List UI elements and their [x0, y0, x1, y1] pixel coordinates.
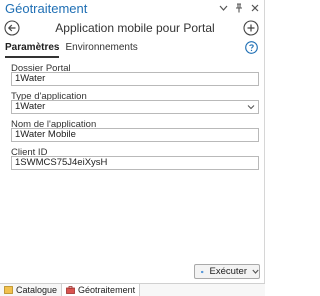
portal-folder-input[interactable]: 1Water: [11, 72, 259, 86]
tab-environnements[interactable]: Environnements: [65, 42, 137, 58]
client-id-input[interactable]: 1SWMCS75J4eiXysH: [11, 156, 259, 170]
bottom-tab-catalogue-label: Catalogue: [16, 285, 58, 295]
bottom-tab-geotraitement[interactable]: Géotraitement: [62, 284, 141, 296]
chevron-down-icon: [247, 102, 255, 113]
chevron-down-icon[interactable]: [252, 267, 259, 276]
plus-circle-icon: [243, 20, 259, 36]
back-button[interactable]: [4, 20, 20, 36]
client-id-value: 1SWMCS75J4eiXysH: [15, 157, 108, 168]
bottom-tab-geotraitement-label: Géotraitement: [78, 285, 136, 295]
play-icon: [201, 270, 204, 273]
back-arrow-icon: [4, 20, 20, 36]
geoprocessing-pane: Géotraitement Application mobile pour Po…: [0, 0, 265, 296]
add-button[interactable]: [243, 20, 259, 36]
tab-parametres[interactable]: Paramètres: [5, 42, 60, 58]
pane-titlebar: Géotraitement: [0, 0, 265, 17]
run-button[interactable]: Exécuter: [194, 264, 260, 279]
help-icon: [245, 41, 258, 54]
titlebar-controls: [218, 3, 260, 13]
bottom-tab-catalogue[interactable]: Catalogue: [0, 284, 63, 296]
run-button-label: Exécuter: [209, 266, 248, 277]
chevron-down-icon[interactable]: [218, 3, 228, 13]
app-name-input[interactable]: 1Water Mobile: [11, 128, 259, 142]
portal-folder-value: 1Water: [15, 73, 46, 84]
close-icon[interactable]: [250, 3, 260, 13]
app-type-select[interactable]: 1Water: [11, 100, 259, 114]
catalog-icon: [4, 286, 13, 294]
help-button[interactable]: [245, 41, 258, 54]
pane-title: Géotraitement: [5, 1, 88, 16]
pin-icon[interactable]: [234, 3, 244, 13]
tool-tabs: Paramètres Environnements: [5, 42, 138, 58]
tool-title: Application mobile pour Portal: [55, 21, 215, 35]
bottom-tab-strip: Catalogue Géotraitement: [0, 283, 265, 296]
app-type-value: 1Water: [15, 101, 46, 112]
toolbox-icon: [66, 286, 75, 294]
tool-header: Application mobile pour Portal: [0, 19, 265, 37]
app-name-value: 1Water Mobile: [15, 129, 76, 140]
